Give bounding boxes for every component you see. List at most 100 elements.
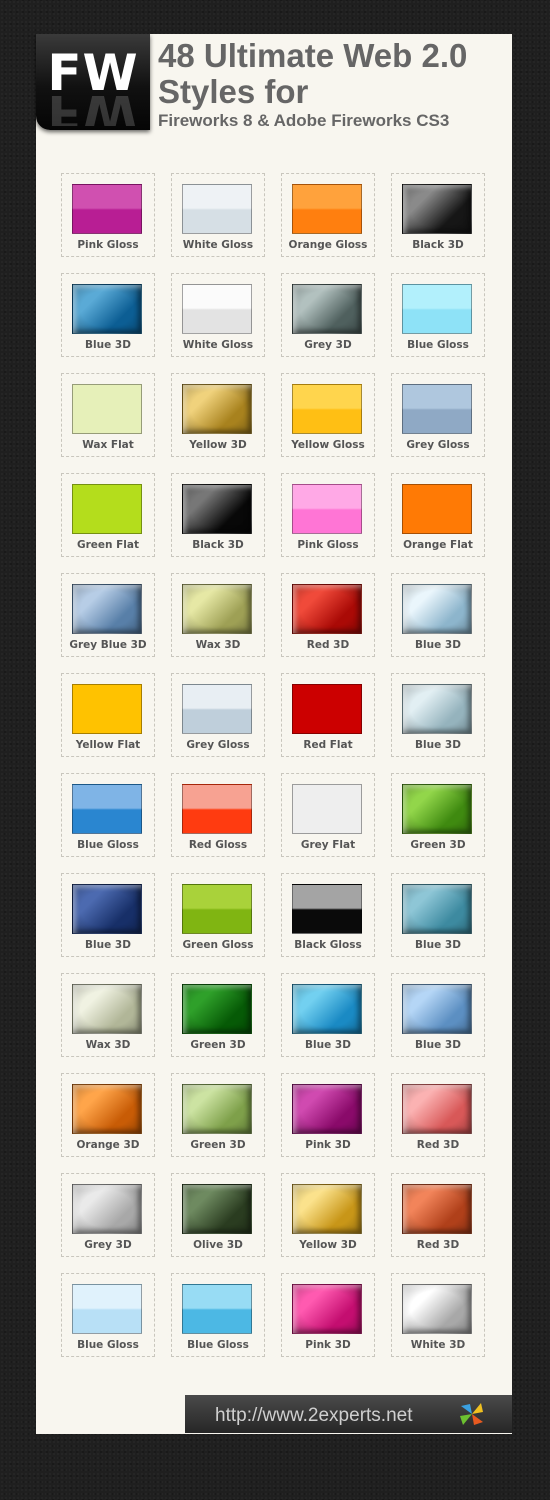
style-tile[interactable]: Black Gloss: [281, 873, 375, 957]
style-swatch: [402, 584, 472, 634]
style-swatch: [182, 184, 252, 234]
style-swatch: [182, 1284, 252, 1334]
style-tile[interactable]: Wax Flat: [61, 373, 155, 457]
style-swatch: [72, 984, 142, 1034]
style-label: Grey Flat: [300, 839, 356, 851]
style-label: Pink Gloss: [77, 239, 139, 251]
style-tile[interactable]: Green 3D: [171, 973, 265, 1057]
style-tile[interactable]: Blue 3D: [61, 873, 155, 957]
style-label: Yellow Flat: [75, 739, 141, 751]
style-swatch: [402, 1084, 472, 1134]
title-line-1: 48 Ultimate Web 2.0: [158, 37, 468, 74]
style-tile[interactable]: Green 3D: [171, 1073, 265, 1157]
style-tile[interactable]: Grey 3D: [281, 273, 375, 357]
style-tile[interactable]: Blue Gloss: [61, 1273, 155, 1357]
style-tile[interactable]: Blue 3D: [391, 673, 485, 757]
style-tile[interactable]: Pink 3D: [281, 1273, 375, 1357]
style-tile[interactable]: Blue Gloss: [391, 273, 485, 357]
style-label: White 3D: [410, 1339, 466, 1351]
style-tile[interactable]: Blue 3D: [391, 973, 485, 1057]
style-label: Wax 3D: [85, 1039, 131, 1051]
style-label: Grey 3D: [84, 1239, 132, 1251]
style-label: Black 3D: [192, 539, 244, 551]
style-tile[interactable]: Red 3D: [391, 1073, 485, 1157]
style-swatch: [182, 584, 252, 634]
style-label: Red Flat: [303, 739, 353, 751]
style-label: Green 3D: [190, 1039, 246, 1051]
style-tile[interactable]: Grey Gloss: [171, 673, 265, 757]
style-swatch: [292, 984, 362, 1034]
fw-logo: FW FW: [36, 34, 150, 130]
style-swatch: [292, 484, 362, 534]
style-tile[interactable]: Red 3D: [281, 573, 375, 657]
style-tile[interactable]: Red 3D: [391, 1173, 485, 1257]
style-label: Green Flat: [76, 539, 140, 551]
logo-reflection: FW: [47, 96, 139, 126]
style-tile[interactable]: Grey 3D: [61, 1173, 155, 1257]
style-tile[interactable]: Black 3D: [171, 473, 265, 557]
style-swatch: [402, 284, 472, 334]
style-tile[interactable]: Grey Gloss: [391, 373, 485, 457]
style-tile[interactable]: Blue Gloss: [171, 1273, 265, 1357]
style-label: Red Gloss: [188, 839, 248, 851]
style-tile[interactable]: Green 3D: [391, 773, 485, 857]
style-tile[interactable]: Pink Gloss: [61, 173, 155, 257]
style-tile[interactable]: White 3D: [391, 1273, 485, 1357]
style-label: Blue 3D: [415, 939, 461, 951]
title-line-2: Styles for: [158, 73, 309, 110]
style-swatch: [72, 684, 142, 734]
style-tile[interactable]: Blue 3D: [281, 973, 375, 1057]
style-tile[interactable]: Yellow Flat: [61, 673, 155, 757]
style-tile[interactable]: Blue Gloss: [61, 773, 155, 857]
style-label: Yellow 3D: [189, 439, 247, 451]
style-swatch: [402, 684, 472, 734]
style-label: Red 3D: [416, 1239, 460, 1251]
style-label: Olive 3D: [193, 1239, 243, 1251]
style-label: Blue Gloss: [407, 339, 469, 351]
style-label: Blue 3D: [415, 639, 461, 651]
style-tile[interactable]: White Gloss: [171, 173, 265, 257]
style-tile[interactable]: Blue 3D: [61, 273, 155, 357]
style-tile[interactable]: Red Gloss: [171, 773, 265, 857]
style-label: White Gloss: [182, 339, 254, 351]
style-swatch: [292, 684, 362, 734]
website-link[interactable]: http://www.2experts.net: [215, 1405, 413, 1427]
style-swatch: [402, 884, 472, 934]
style-swatch: [402, 1184, 472, 1234]
style-tile[interactable]: Wax 3D: [61, 973, 155, 1057]
style-tile[interactable]: Pink Gloss: [281, 473, 375, 557]
style-label: Blue Gloss: [187, 1339, 249, 1351]
style-tile[interactable]: Orange Gloss: [281, 173, 375, 257]
style-label: Black 3D: [412, 239, 464, 251]
style-tile[interactable]: Blue 3D: [391, 573, 485, 657]
style-label: Blue 3D: [415, 739, 461, 751]
style-swatch: [292, 1184, 362, 1234]
style-label: Pink 3D: [305, 1339, 351, 1351]
style-tile[interactable]: Olive 3D: [171, 1173, 265, 1257]
style-label: Orange 3D: [76, 1139, 140, 1151]
style-tile[interactable]: Orange 3D: [61, 1073, 155, 1157]
style-swatch: [182, 284, 252, 334]
style-tile[interactable]: Blue 3D: [391, 873, 485, 957]
style-swatch: [182, 784, 252, 834]
style-tile[interactable]: Green Flat: [61, 473, 155, 557]
style-swatch: [292, 584, 362, 634]
style-label: Blue Gloss: [77, 1339, 139, 1351]
style-tile[interactable]: Yellow Gloss: [281, 373, 375, 457]
style-tile[interactable]: Red Flat: [281, 673, 375, 757]
style-tile[interactable]: Yellow 3D: [171, 373, 265, 457]
style-swatch: [72, 1284, 142, 1334]
style-tile[interactable]: Yellow 3D: [281, 1173, 375, 1257]
page-title: 48 Ultimate Web 2.0 Styles for: [158, 38, 508, 110]
style-tile[interactable]: Pink 3D: [281, 1073, 375, 1157]
style-swatch: [402, 784, 472, 834]
style-tile[interactable]: Green Gloss: [171, 873, 265, 957]
style-tile[interactable]: Orange Flat: [391, 473, 485, 557]
style-tile[interactable]: Grey Blue 3D: [61, 573, 155, 657]
style-label: Blue 3D: [85, 939, 131, 951]
style-tile[interactable]: Black 3D: [391, 173, 485, 257]
style-tile[interactable]: Wax 3D: [171, 573, 265, 657]
style-tile[interactable]: Grey Flat: [281, 773, 375, 857]
style-swatch: [72, 384, 142, 434]
style-tile[interactable]: White Gloss: [171, 273, 265, 357]
